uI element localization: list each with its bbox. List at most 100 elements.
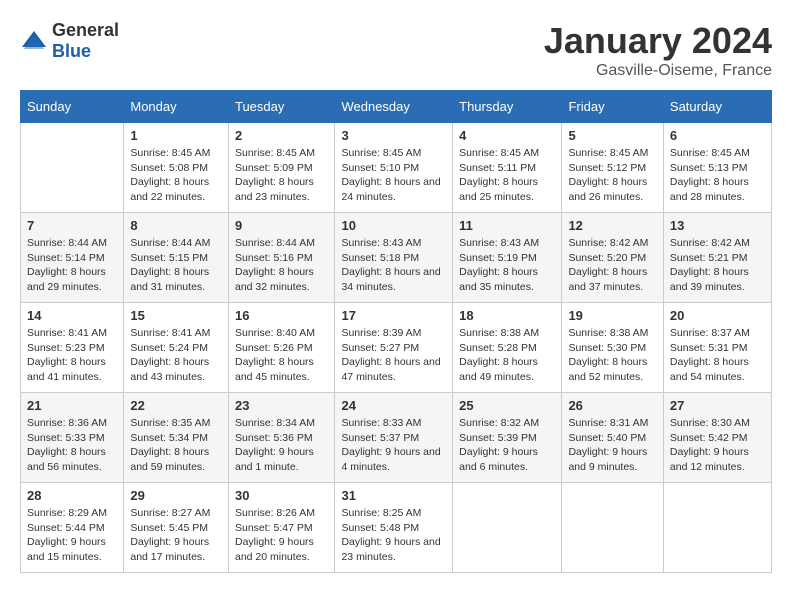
day-number: 9 [235, 218, 328, 233]
calendar-cell: 24Sunrise: 8:33 AMSunset: 5:37 PMDayligh… [335, 393, 453, 483]
calendar-cell: 4 Sunrise: 8:45 AMSunset: 5:11 PMDaylight… [453, 123, 562, 213]
day-info: Sunrise: 8:25 AMSunset: 5:48 PMDaylight:… [341, 506, 446, 565]
calendar-cell: 15 Sunrise: 8:41 AMSunset: 5:24 PMDayligh… [124, 303, 229, 393]
calendar-cell: 31 Sunrise: 8:25 AMSunset: 5:48 PMDayligh… [335, 483, 453, 573]
day-number: 29 [130, 488, 222, 503]
logo-icon [20, 27, 48, 55]
logo: General Blue [20, 20, 119, 62]
day-info: Sunrise: 8:43 AMSunset: 5:18 PMDaylight:… [341, 236, 446, 295]
day-number: 26 [568, 398, 656, 413]
day-number: 12 [568, 218, 656, 233]
day-info: Sunrise: 8:29 AMSunset: 5:44 PMDaylight:… [27, 506, 117, 565]
day-number: 13 [670, 218, 765, 233]
day-number: 8 [130, 218, 222, 233]
calendar-cell: 22 Sunrise: 8:35 AMSunset: 5:34 PMDayligh… [124, 393, 229, 483]
calendar-cell: 2 Sunrise: 8:45 AMSunset: 5:09 PMDaylight… [228, 123, 334, 213]
calendar-cell [663, 483, 771, 573]
day-info: Sunrise: 8:30 AMSunset: 5:42 PMDaylight:… [670, 416, 765, 475]
calendar-cell: 3Sunrise: 8:45 AMSunset: 5:10 PMDaylight… [335, 123, 453, 213]
header-day-wednesday: Wednesday [335, 91, 453, 123]
calendar-cell: 26 Sunrise: 8:31 AMSunset: 5:40 PMDayligh… [562, 393, 663, 483]
day-number: 30 [235, 488, 328, 503]
day-number: 23 [235, 398, 328, 413]
header-day-thursday: Thursday [453, 91, 562, 123]
day-number: 16 [235, 308, 328, 323]
day-number: 14 [27, 308, 117, 323]
day-number: 15 [130, 308, 222, 323]
header-day-friday: Friday [562, 91, 663, 123]
day-number: 21 [27, 398, 117, 413]
week-row-2: 7 Sunrise: 8:44 AMSunset: 5:14 PMDaylight… [21, 213, 772, 303]
calendar-cell: 6 Sunrise: 8:45 AMSunset: 5:13 PMDaylight… [663, 123, 771, 213]
calendar-cell: 5Sunrise: 8:45 AMSunset: 5:12 PMDaylight… [562, 123, 663, 213]
day-number: 5 [568, 128, 656, 143]
calendar-cell: 14Sunrise: 8:41 AMSunset: 5:23 PMDayligh… [21, 303, 124, 393]
day-info: Sunrise: 8:37 AMSunset: 5:31 PMDaylight:… [670, 326, 765, 385]
day-info: Sunrise: 8:45 AMSunset: 5:11 PMDaylight:… [459, 146, 555, 205]
calendar-cell: 1 Sunrise: 8:45 AMSunset: 5:08 PMDaylight… [124, 123, 229, 213]
header-day-tuesday: Tuesday [228, 91, 334, 123]
day-info: Sunrise: 8:42 AMSunset: 5:21 PMDaylight:… [670, 236, 765, 295]
week-row-3: 14Sunrise: 8:41 AMSunset: 5:23 PMDayligh… [21, 303, 772, 393]
calendar-cell: 25 Sunrise: 8:32 AMSunset: 5:39 PMDayligh… [453, 393, 562, 483]
day-number: 28 [27, 488, 117, 503]
calendar-cell: 13 Sunrise: 8:42 AMSunset: 5:21 PMDayligh… [663, 213, 771, 303]
title-section: January 2024 Gasville-Oiseme, France [544, 20, 772, 80]
day-info: Sunrise: 8:38 AMSunset: 5:30 PMDaylight:… [568, 326, 656, 385]
header-day-monday: Monday [124, 91, 229, 123]
header-day-sunday: Sunday [21, 91, 124, 123]
calendar-cell [562, 483, 663, 573]
calendar-cell: 16 Sunrise: 8:40 AMSunset: 5:26 PMDayligh… [228, 303, 334, 393]
day-number: 1 [130, 128, 222, 143]
day-info: Sunrise: 8:42 AMSunset: 5:20 PMDaylight:… [568, 236, 656, 295]
day-number: 10 [341, 218, 446, 233]
header-day-saturday: Saturday [663, 91, 771, 123]
header: General Blue January 2024 Gasville-Oisem… [20, 20, 772, 80]
day-info: Sunrise: 8:41 AMSunset: 5:24 PMDaylight:… [130, 326, 222, 385]
day-number: 25 [459, 398, 555, 413]
calendar-cell: 7 Sunrise: 8:44 AMSunset: 5:14 PMDaylight… [21, 213, 124, 303]
day-info: Sunrise: 8:43 AMSunset: 5:19 PMDaylight:… [459, 236, 555, 295]
logo-general: General [52, 20, 119, 40]
calendar-cell: 30 Sunrise: 8:26 AMSunset: 5:47 PMDayligh… [228, 483, 334, 573]
day-number: 11 [459, 218, 555, 233]
calendar-cell: 8Sunrise: 8:44 AMSunset: 5:15 PMDaylight… [124, 213, 229, 303]
day-number: 7 [27, 218, 117, 233]
day-info: Sunrise: 8:40 AMSunset: 5:26 PMDaylight:… [235, 326, 328, 385]
day-info: Sunrise: 8:31 AMSunset: 5:40 PMDaylight:… [568, 416, 656, 475]
day-number: 6 [670, 128, 765, 143]
day-info: Sunrise: 8:39 AMSunset: 5:27 PMDaylight:… [341, 326, 446, 385]
day-info: Sunrise: 8:45 AMSunset: 5:13 PMDaylight:… [670, 146, 765, 205]
calendar-subtitle: Gasville-Oiseme, France [544, 62, 772, 80]
day-info: Sunrise: 8:26 AMSunset: 5:47 PMDaylight:… [235, 506, 328, 565]
week-row-5: 28 Sunrise: 8:29 AMSunset: 5:44 PMDayligh… [21, 483, 772, 573]
week-row-4: 21 Sunrise: 8:36 AMSunset: 5:33 PMDayligh… [21, 393, 772, 483]
day-info: Sunrise: 8:32 AMSunset: 5:39 PMDaylight:… [459, 416, 555, 475]
calendar-cell: 28 Sunrise: 8:29 AMSunset: 5:44 PMDayligh… [21, 483, 124, 573]
day-info: Sunrise: 8:44 AMSunset: 5:14 PMDaylight:… [27, 236, 117, 295]
day-number: 31 [341, 488, 446, 503]
calendar-cell: 27Sunrise: 8:30 AMSunset: 5:42 PMDayligh… [663, 393, 771, 483]
calendar-cell: 9 Sunrise: 8:44 AMSunset: 5:16 PMDaylight… [228, 213, 334, 303]
day-info: Sunrise: 8:36 AMSunset: 5:33 PMDaylight:… [27, 416, 117, 475]
day-number: 19 [568, 308, 656, 323]
calendar-cell: 17Sunrise: 8:39 AMSunset: 5:27 PMDayligh… [335, 303, 453, 393]
day-number: 20 [670, 308, 765, 323]
calendar-title: January 2024 [544, 20, 772, 62]
header-row: SundayMondayTuesdayWednesdayThursdayFrid… [21, 91, 772, 123]
day-number: 22 [130, 398, 222, 413]
day-info: Sunrise: 8:45 AMSunset: 5:08 PMDaylight:… [130, 146, 222, 205]
calendar-cell: 11 Sunrise: 8:43 AMSunset: 5:19 PMDayligh… [453, 213, 562, 303]
calendar-cell: 29Sunrise: 8:27 AMSunset: 5:45 PMDayligh… [124, 483, 229, 573]
calendar-cell: 19 Sunrise: 8:38 AMSunset: 5:30 PMDayligh… [562, 303, 663, 393]
calendar-cell: 12 Sunrise: 8:42 AMSunset: 5:20 PMDayligh… [562, 213, 663, 303]
day-info: Sunrise: 8:35 AMSunset: 5:34 PMDaylight:… [130, 416, 222, 475]
day-info: Sunrise: 8:44 AMSunset: 5:16 PMDaylight:… [235, 236, 328, 295]
logo-blue: Blue [52, 41, 91, 61]
calendar-cell: 18Sunrise: 8:38 AMSunset: 5:28 PMDayligh… [453, 303, 562, 393]
day-info: Sunrise: 8:34 AMSunset: 5:36 PMDaylight:… [235, 416, 328, 475]
day-number: 4 [459, 128, 555, 143]
calendar-cell: 21 Sunrise: 8:36 AMSunset: 5:33 PMDayligh… [21, 393, 124, 483]
day-number: 2 [235, 128, 328, 143]
day-info: Sunrise: 8:45 AMSunset: 5:09 PMDaylight:… [235, 146, 328, 205]
